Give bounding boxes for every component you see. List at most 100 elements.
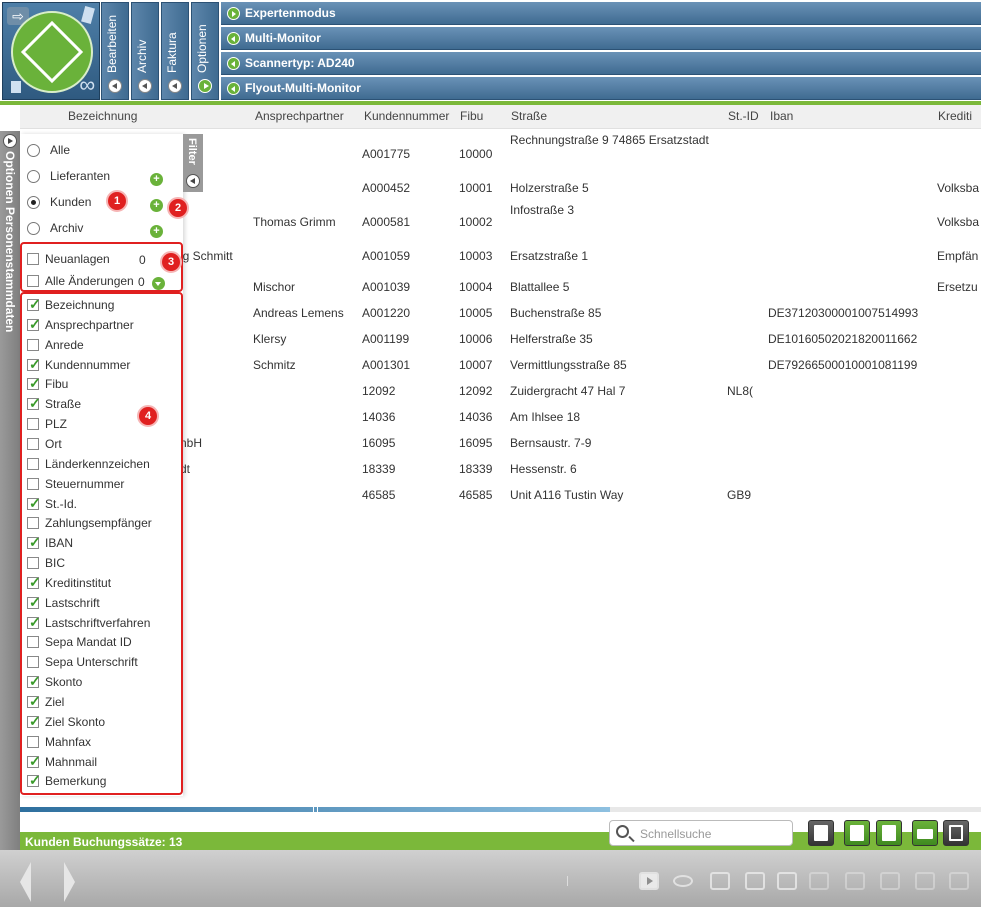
checkbox[interactable]: ✓ [27,595,41,609]
checkbox[interactable] [27,437,39,450]
checkbox[interactable] [27,517,39,530]
table-cell: 10004 [459,280,493,294]
radio-label: Lieferanten [50,169,111,183]
search-input[interactable] [640,825,788,842]
checkbox[interactable] [27,418,39,431]
chevron-right-icon[interactable] [3,134,17,148]
add-icon[interactable]: + [150,173,163,186]
col-header[interactable]: Ansprechpartner [255,109,344,123]
euro-icon[interactable] [880,872,900,890]
checkbox[interactable]: ✓ [27,317,41,331]
checkbox[interactable] [27,557,39,570]
checkbox[interactable] [27,457,39,470]
copy-button[interactable] [876,820,902,846]
nav-back-icon[interactable] [20,862,31,902]
expand-down-icon[interactable] [152,277,165,290]
radio-button[interactable] [27,144,40,157]
chevron-left-icon[interactable] [168,79,182,93]
col-header[interactable]: Iban [770,109,793,123]
chevron-left-icon[interactable] [186,174,200,188]
checkbox[interactable]: ✓ [27,714,41,728]
globe-icon[interactable] [915,872,935,890]
radio-button[interactable] [27,196,40,209]
checkbox-label: Mahnfax [45,734,92,749]
edit-button[interactable] [808,820,834,846]
options-side-tab[interactable]: Optionen Personenstammdaten [0,131,20,850]
checkbox[interactable] [27,275,39,287]
quick-search[interactable] [609,820,793,846]
table-cell: 10007 [459,358,493,372]
bar-multi-monitor[interactable]: Multi-Monitor [221,27,981,50]
chevron-right-icon[interactable] [198,79,212,93]
checkbox[interactable] [27,656,39,669]
table-cell: nbH [180,436,203,450]
checkbox[interactable] [27,253,39,265]
checkbox-label: Zahlungsempfänger [45,516,152,531]
scrollbar-thumb[interactable] [20,807,610,812]
checkbox[interactable] [27,735,39,748]
checkbox[interactable]: ✓ [27,534,41,551]
copy-icon [882,825,896,841]
col-header[interactable]: Fibu [460,109,483,123]
export-button[interactable] [844,820,870,846]
table-cell: A001199 [362,332,410,346]
tab-bearbeiten[interactable]: Bearbeiten [101,2,129,100]
checkbox[interactable]: ✓ [27,376,41,391]
document-icon[interactable] [777,872,797,890]
checkbox-label: Mahnmail [45,754,98,769]
print-button[interactable] [912,820,938,846]
checkbox[interactable]: ✓ [27,396,41,411]
disk-icon[interactable] [809,872,829,890]
col-header[interactable]: Kundennummer [364,109,449,123]
nav-forward-icon[interactable] [64,862,75,902]
bar-flyout-multi-monitor[interactable]: Flyout-Multi-Monitor [221,77,981,100]
checkbox[interactable]: ✓ [27,575,41,589]
col-header[interactable]: Bezeichnung [68,109,137,123]
step-badge: 4 [137,405,159,427]
checkbox[interactable]: ✓ [27,694,41,708]
table-cell: 12092 [459,384,493,398]
chevron-left-icon[interactable] [108,79,122,93]
monitor-icon[interactable] [745,872,765,890]
tab-optionen[interactable]: Optionen [191,2,219,100]
eye-icon[interactable] [673,875,693,887]
page-icon [81,5,95,25]
save-button[interactable] [943,820,969,846]
checkbox[interactable] [27,338,39,351]
checkbox[interactable]: ✓ [27,615,41,629]
bar-expertenmodus[interactable]: Expertenmodus [221,2,981,25]
horizontal-scrollbar[interactable] [20,807,981,812]
tab-faktura[interactable]: Faktura [161,2,189,100]
add-icon[interactable]: + [150,225,163,238]
lightbulb-icon[interactable] [710,872,730,890]
checkbox[interactable] [27,636,39,649]
radio-button[interactable] [27,222,40,235]
checkbox[interactable] [27,477,39,490]
checkbox[interactable]: ✓ [27,496,41,510]
table-cell: DE37120300001007514993 [768,306,919,320]
col-header[interactable]: Krediti [938,109,972,123]
tab-archiv[interactable]: Archiv [131,2,159,100]
checkbox[interactable]: ✓ [27,674,41,689]
camera-icon[interactable] [845,872,865,890]
filter-tab[interactable]: Filter [183,134,203,192]
app-logo[interactable]: ⇨ ∞ [2,2,100,100]
table-cell: Zuidergracht 47 Hal 7 [510,384,626,398]
table-cell: Andreas Lemens [253,306,344,320]
col-header[interactable]: St.-ID [728,109,759,123]
col-header[interactable]: Straße [511,109,547,123]
table-cell: Infostraße 3 [510,203,575,217]
settings-icon[interactable] [949,872,969,890]
chevron-left-icon[interactable] [138,79,152,93]
bar-scannertyp[interactable]: Scannertyp: AD240 [221,52,981,75]
table-cell: DE79266500010001081199 [768,358,918,372]
bar-label: Multi-Monitor [245,31,321,45]
radio-button[interactable] [27,170,40,183]
checkbox[interactable]: ✓ [27,357,41,371]
youtube-icon[interactable] [639,872,659,890]
checkbox[interactable]: ✓ [27,297,41,311]
checkbox[interactable]: ✓ [27,754,41,768]
add-icon[interactable]: + [150,199,163,212]
checkbox[interactable]: ✓ [27,773,41,788]
checkmark-icon: ✓ [29,534,41,551]
